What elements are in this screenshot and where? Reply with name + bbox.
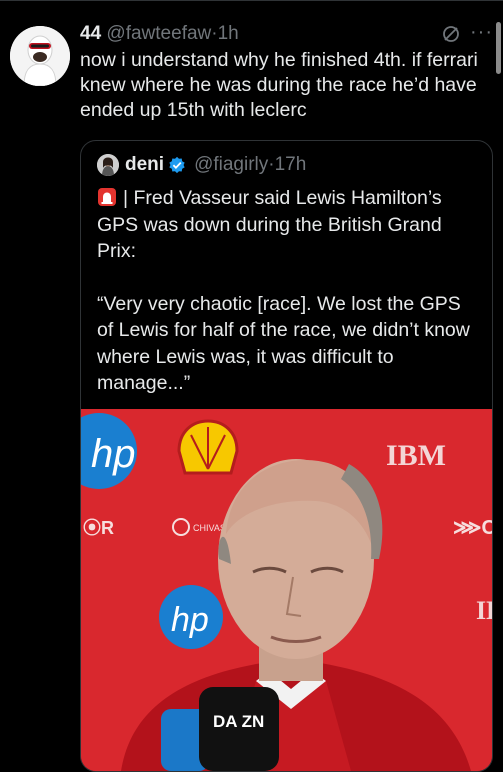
quoted-timestamp[interactable]: 17h [275, 153, 307, 177]
logo-left: ⦿R [83, 518, 114, 538]
tweet[interactable]: 44 @fawteefaw·1h ··· now i understand wh… [0, 0, 503, 772]
media-image[interactable]: hp IBM ⦿R CHIVAS REGAL ⋙C hp [81, 409, 492, 771]
scrollbar[interactable] [496, 22, 501, 74]
verified-icon [169, 156, 185, 174]
quoted-header: deni @fiagirly · 17h [97, 153, 306, 177]
tweet-header: 44 @fawteefaw·1h [80, 22, 239, 46]
microphone: DA ZN [199, 687, 279, 771]
hp-logo-text-top: hp [91, 432, 136, 476]
siren-icon [98, 188, 116, 206]
ibm-logo: IBM [386, 439, 446, 472]
quoted-display-name[interactable]: deni [125, 153, 164, 177]
divider [0, 0, 503, 1]
quoted-paragraph-1: | Fred Vasseur said Lewis Hamilton’s GPS… [97, 185, 481, 265]
microphone-label: DA ZN [213, 712, 264, 731]
quoted-handle[interactable]: @fiagirly [194, 153, 268, 177]
hp-logo-text-bottom: hp [171, 601, 209, 639]
tweet-text: now i understand why he finished 4th. if… [80, 49, 478, 121]
quoted-paragraph-2: “Very very chaotic [race]. We lost the G… [97, 292, 470, 395]
quoted-avatar[interactable] [97, 154, 119, 176]
logo-right: ⋙C [453, 517, 492, 539]
ibm-logo-partial: IB [476, 596, 492, 625]
timestamp[interactable]: 1h [218, 23, 239, 44]
more-icon[interactable]: ··· [470, 22, 492, 44]
grok-icon[interactable] [441, 24, 461, 44]
shell-logo [177, 419, 239, 475]
quoted-paragraph-1-text: | Fred Vasseur said Lewis Hamilton’s GPS… [97, 187, 442, 262]
avatar[interactable] [10, 26, 70, 86]
handle[interactable]: @fawteefaw [106, 23, 211, 44]
display-name[interactable]: 44 [80, 23, 101, 44]
quoted-tweet[interactable]: deni @fiagirly · 17h | Fred Vasseur said L… [80, 140, 493, 772]
quoted-text: | Fred Vasseur said Lewis Hamilton’s GPS… [97, 185, 481, 397]
hp-logo-bottom: hp [159, 585, 223, 649]
